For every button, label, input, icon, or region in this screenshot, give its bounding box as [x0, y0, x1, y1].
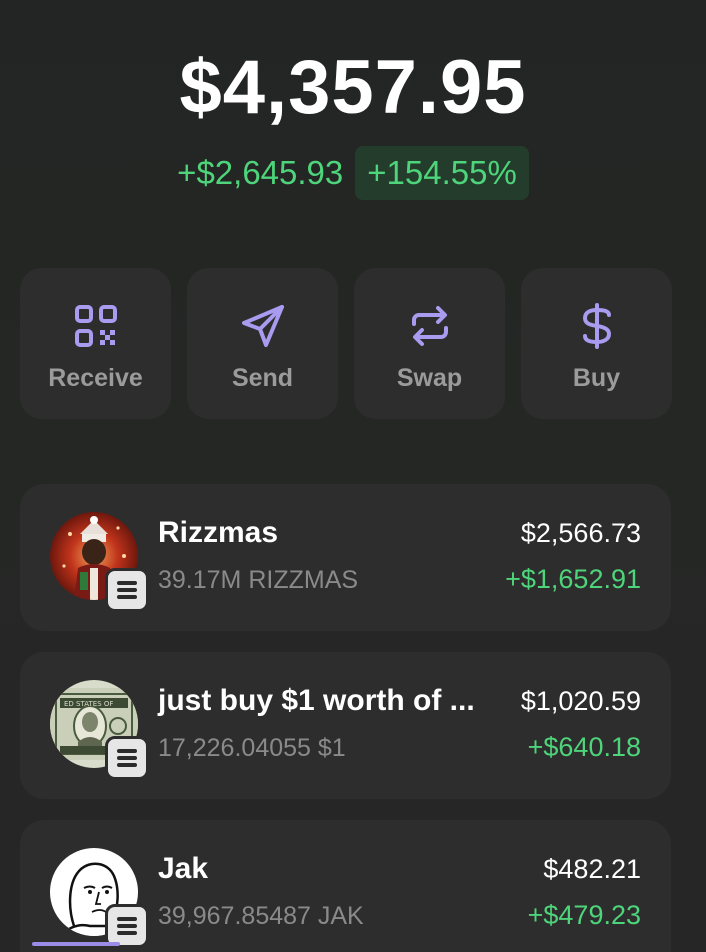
token-name: just buy $1 worth of ... — [158, 684, 475, 717]
portfolio-balance: $4,357.95 — [179, 45, 527, 130]
receive-button[interactable]: Receive — [20, 268, 171, 419]
chain-badge-icon — [105, 736, 149, 780]
swap-label: Swap — [396, 364, 463, 392]
token-name: Jak — [158, 852, 209, 885]
token-gain: +$479.23 — [527, 900, 641, 930]
qr-code-icon — [72, 302, 120, 350]
token-amount: 17,226.04055 $1 — [158, 734, 346, 762]
portfolio-change-percent: +154.55% — [355, 146, 529, 200]
swap-icon — [406, 302, 454, 350]
token-gain: +$1,652.91 — [505, 564, 641, 594]
swap-button[interactable]: Swap — [354, 268, 505, 419]
token-row-dollar[interactable]: ED STATES OF just buy $1 worth of ... 17… — [20, 652, 671, 799]
buy-button[interactable]: Buy — [521, 268, 672, 419]
receive-label: Receive — [48, 364, 143, 392]
token-gain: +$640.18 — [527, 732, 641, 762]
send-button[interactable]: Send — [187, 268, 338, 419]
token-value: $482.21 — [543, 854, 641, 884]
send-label: Send — [231, 364, 294, 392]
buy-label: Buy — [572, 364, 621, 392]
token-avatar — [50, 848, 149, 948]
tab-indicator — [32, 942, 120, 946]
token-value: $2,566.73 — [520, 518, 641, 548]
token-avatar — [50, 512, 149, 612]
dollar-icon — [573, 302, 621, 350]
token-row-rizzmas[interactable]: Rizzmas 39.17M RIZZMAS $2,566.73 +$1,652… — [20, 484, 671, 631]
chain-badge-icon — [105, 568, 149, 612]
token-name: Rizzmas — [158, 516, 279, 549]
token-row-jak[interactable]: Jak 39,967.85487 JAK $482.21 +$479.23 — [20, 820, 671, 952]
action-bar: Receive Send Swap Buy — [20, 268, 672, 419]
portfolio-change-amount: +$2,645.93 — [177, 154, 344, 191]
token-value: $1,020.59 — [520, 686, 641, 716]
wallet-home: $4,357.95 +$2,645.93 +154.55% Receive Se… — [0, 0, 706, 952]
svg-text:ED STATES OF: ED STATES OF — [64, 700, 113, 708]
token-amount: 39,967.85487 JAK — [158, 902, 364, 930]
token-amount: 39.17M RIZZMAS — [158, 566, 359, 594]
portfolio-change: +$2,645.93 +154.55% — [0, 146, 706, 200]
token-avatar: ED STATES OF — [50, 680, 149, 780]
send-icon — [239, 302, 287, 350]
